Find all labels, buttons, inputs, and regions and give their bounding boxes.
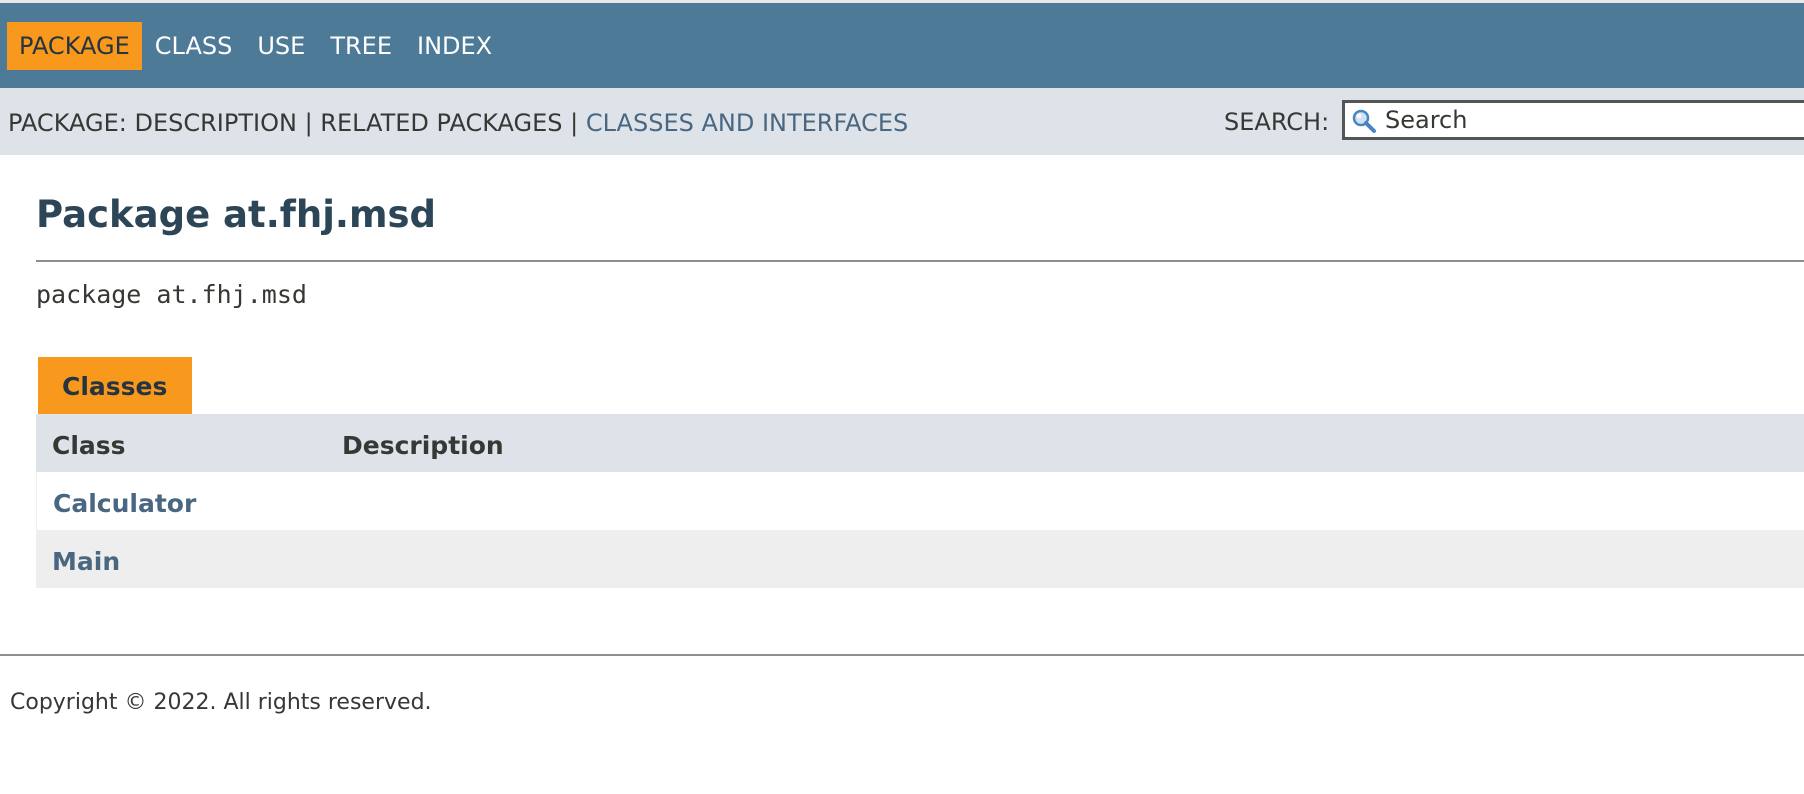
sub-navbar: PACKAGE: DESCRIPTION | RELATED PACKAGES … — [0, 88, 1804, 155]
subnav-separator-1: | — [296, 109, 321, 137]
classes-caption: Classes — [38, 357, 192, 414]
nav-use[interactable]: USE — [245, 22, 317, 70]
title-divider — [36, 260, 1804, 262]
table-header-row: Class Description — [36, 414, 1804, 472]
nav-index[interactable]: INDEX — [405, 22, 504, 70]
search-box[interactable] — [1342, 100, 1804, 140]
copyright-notice: Copyright © 2022. All rights reserved. — [10, 690, 432, 715]
subnav-prefix: PACKAGE: — [8, 109, 135, 137]
top-navbar: PACKAGE CLASS USE TREE INDEX — [0, 0, 1804, 88]
search-label: SEARCH: — [1224, 108, 1330, 136]
class-link-calculator[interactable]: Calculator — [53, 489, 196, 518]
nav-class[interactable]: CLASS — [143, 22, 245, 70]
footer-divider — [0, 654, 1804, 656]
table-row: Calculator — [36, 472, 1804, 530]
classes-table: Class Description Calculator Main — [36, 414, 1804, 588]
nav-tree[interactable]: TREE — [318, 22, 404, 70]
subnav-classes-link[interactable]: CLASSES AND INTERFACES — [586, 109, 908, 137]
table-row: Main — [36, 530, 1804, 588]
subnav-related-packages: RELATED PACKAGES — [320, 109, 563, 137]
column-header-description: Description — [342, 431, 504, 460]
subnav-description: DESCRIPTION — [134, 109, 297, 137]
search-icon — [1352, 109, 1376, 133]
subnav-separator-2: | — [562, 109, 586, 137]
class-link-main[interactable]: Main — [52, 547, 120, 576]
column-header-class: Class — [52, 431, 126, 460]
subnav-links: PACKAGE: DESCRIPTION | RELATED PACKAGES … — [8, 109, 908, 137]
page-title: Package at.fhj.msd — [36, 193, 437, 236]
package-declaration: package at.fhj.msd — [36, 280, 307, 309]
search-input[interactable] — [1385, 103, 1795, 137]
nav-package[interactable]: PACKAGE — [7, 22, 142, 70]
top-nav-list: PACKAGE CLASS USE TREE INDEX — [7, 22, 505, 70]
